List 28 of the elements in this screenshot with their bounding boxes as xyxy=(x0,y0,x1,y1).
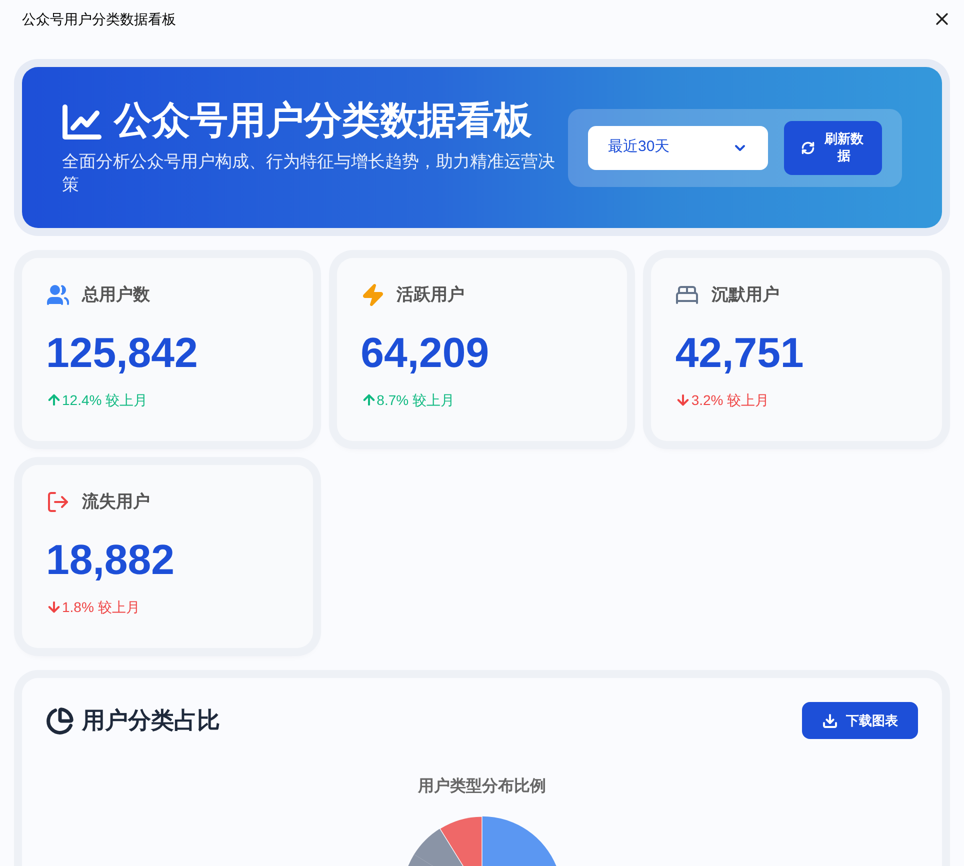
panel-title: 用户分类占比 xyxy=(82,706,220,736)
stat-value: 42,751 xyxy=(675,332,805,374)
stat-value: 18,882 xyxy=(46,538,176,580)
lightning-icon xyxy=(360,282,385,307)
stat-change: 8.7% 较上月 xyxy=(376,390,454,410)
download-button[interactable]: 下载图表 xyxy=(802,702,918,739)
line-chart-icon xyxy=(62,104,102,140)
arrow-up-icon xyxy=(46,392,62,408)
window-title: 公众号用户分类数据看板 xyxy=(22,10,176,28)
stat-label: 沉默用户 xyxy=(711,284,780,306)
refresh-button[interactable]: 刷新数据 xyxy=(784,120,882,174)
stat-value: 64,209 xyxy=(360,332,490,374)
stat-label: 流失用户 xyxy=(82,491,150,513)
pie-chart-icon xyxy=(46,706,74,734)
stat-change: 12.4% 较上月 xyxy=(62,390,148,410)
stat-label: 活跃用户 xyxy=(396,284,465,306)
users-icon xyxy=(46,282,70,307)
download-icon xyxy=(822,712,838,728)
dashboard-title: 公众号用户分类数据看板 xyxy=(114,99,532,144)
stat-value: 125,842 xyxy=(46,332,199,374)
refresh-icon xyxy=(801,140,815,154)
chart-title: 用户类型分布比例 xyxy=(418,776,546,797)
date-range-select[interactable]: 最近30天 xyxy=(588,126,768,170)
exit-icon xyxy=(46,490,70,514)
stat-label: 总用户数 xyxy=(82,284,150,306)
stat-change: 3.2% 较上月 xyxy=(691,390,770,410)
stat-change: 1.8% 较上月 xyxy=(62,598,140,616)
dashboard-subtitle: 全面分析公众号用户构成、行为特征与增长趋势，助力精准运营决策 xyxy=(62,150,556,196)
